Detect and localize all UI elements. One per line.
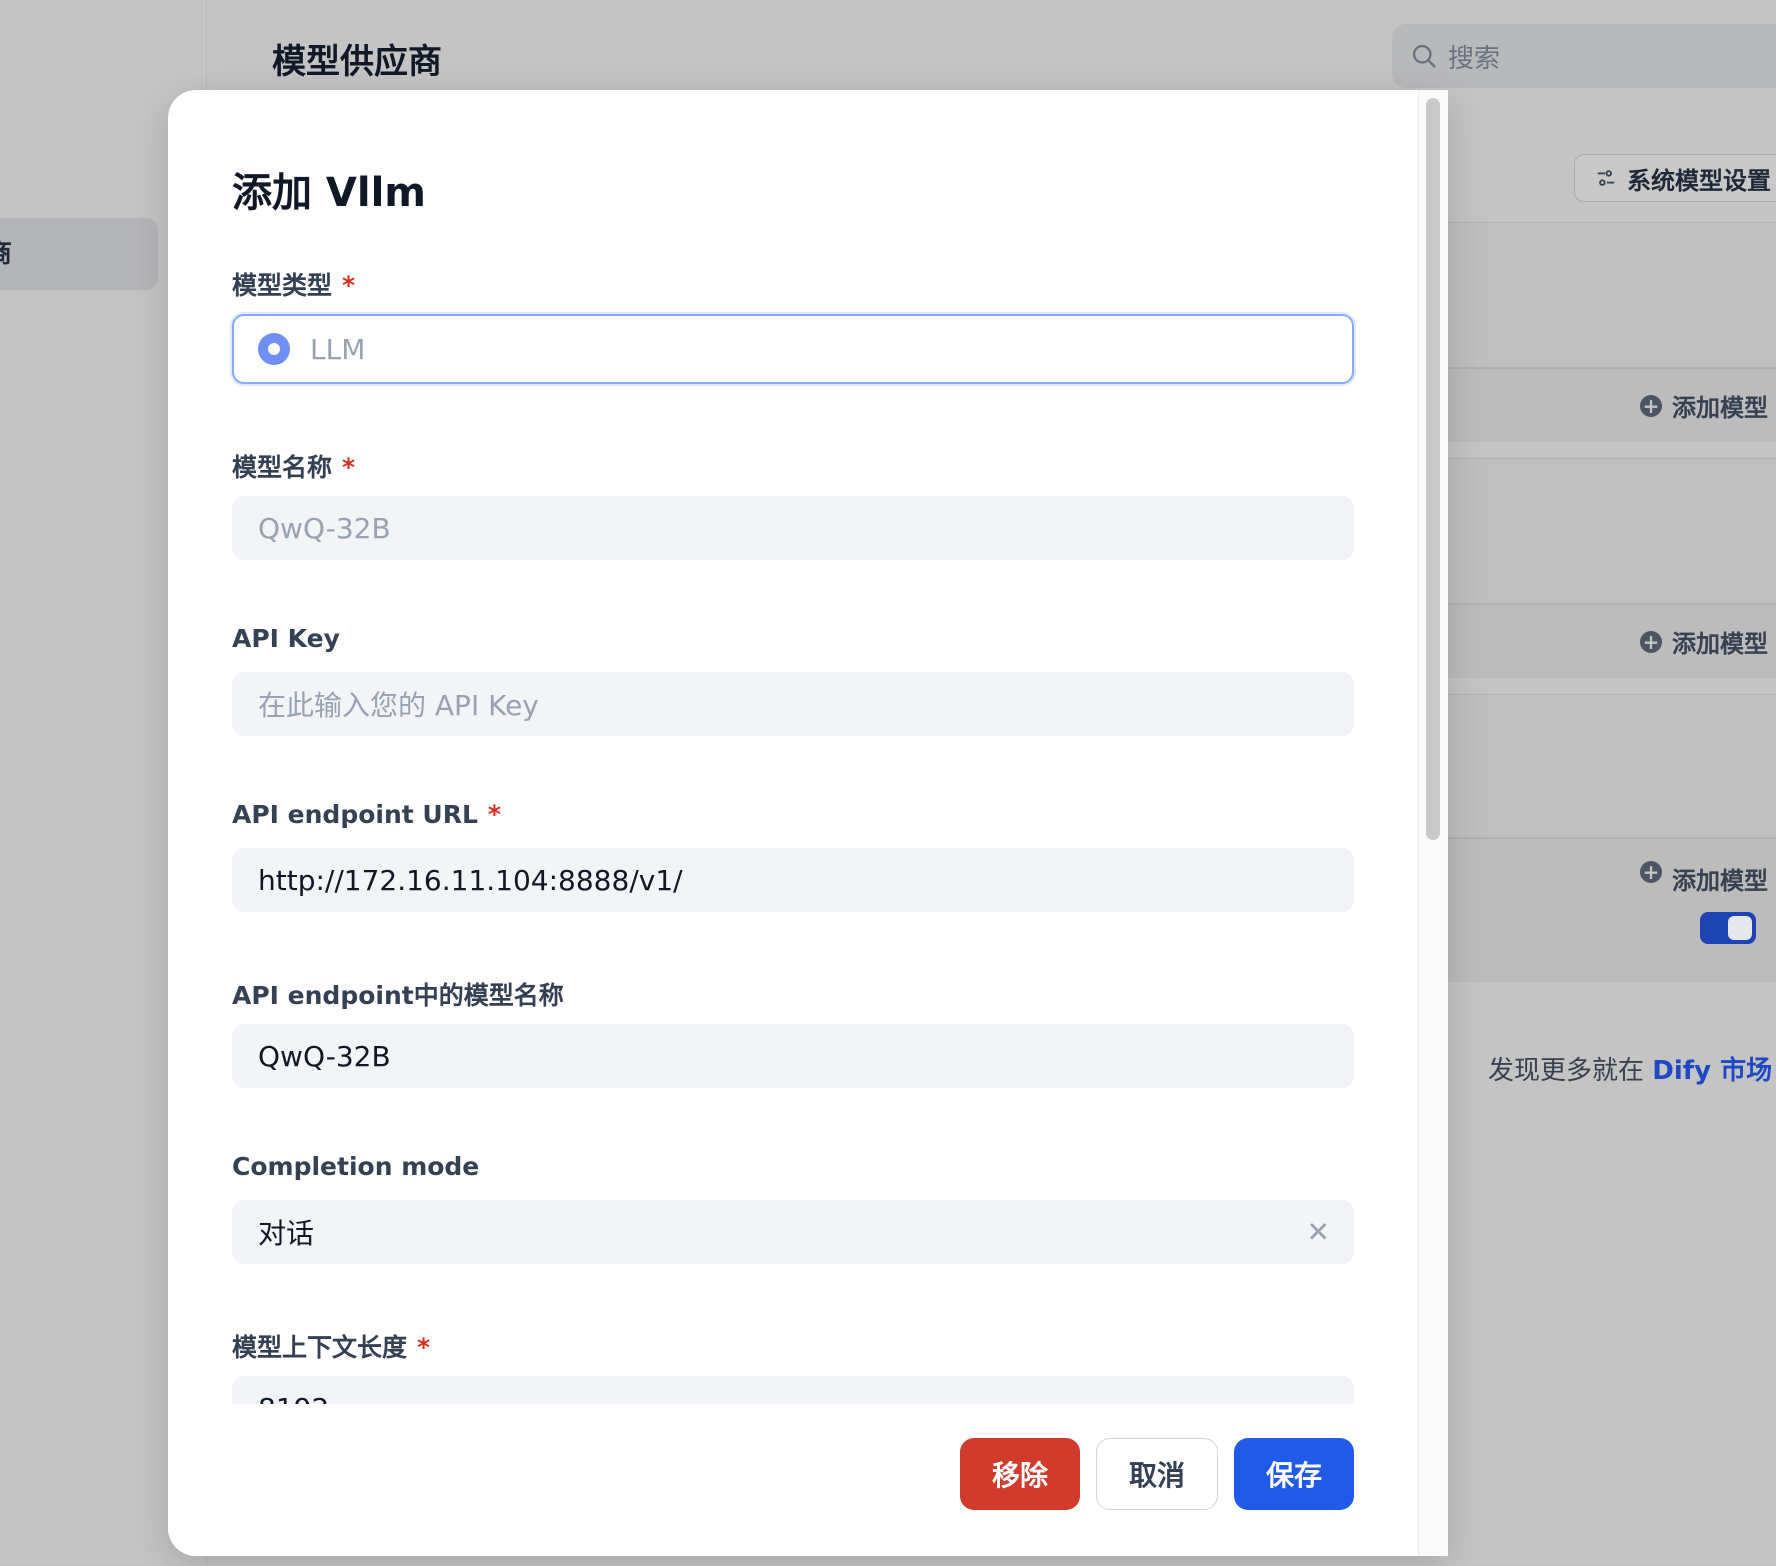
endpoint-url-label-text: API endpoint URL bbox=[232, 800, 478, 829]
system-model-settings-button[interactable]: 系统模型设置 bbox=[1574, 154, 1776, 202]
completion-mode-value: 对话 bbox=[258, 1217, 315, 1250]
marketplace-hint: 发现更多就在 Dify 市场 ↗ bbox=[1488, 1050, 1776, 1087]
modal-title: 添加 Vllm bbox=[232, 170, 426, 216]
cancel-button[interactable]: 取消 bbox=[1096, 1438, 1218, 1510]
system-settings-label: 系统模型设置 bbox=[1627, 166, 1771, 195]
add-provider-modal: 添加 Vllm 模型类型 * LLM 模型名称 * QwQ-32B API Key … bbox=[168, 90, 1448, 1556]
required-mark: * bbox=[417, 1333, 431, 1362]
model-type-radio-llm[interactable]: LLM bbox=[232, 314, 1354, 384]
settings-sliders-icon bbox=[1597, 170, 1615, 186]
context-length-label-text: 模型上下文长度 bbox=[232, 1333, 408, 1362]
completion-mode-label-text: Completion mode bbox=[232, 1152, 480, 1181]
endpoint-model-name-label-text: API endpoint中的模型名称 bbox=[232, 981, 564, 1010]
api-key-label: API Key bbox=[232, 624, 340, 653]
api-key-label-text: API Key bbox=[232, 624, 340, 653]
add-model-button[interactable]: 添加模型 bbox=[1672, 388, 1768, 423]
search-placeholder: 搜索 bbox=[1448, 43, 1501, 74]
api-key-placeholder: 在此输入您的 API Key bbox=[258, 689, 539, 722]
required-mark: * bbox=[487, 800, 501, 829]
provider-card-footer: + 添加模型 bbox=[1448, 368, 1776, 442]
add-model-button[interactable]: 添加模型 bbox=[1672, 624, 1768, 659]
model-type-label-text: 模型类型 bbox=[232, 271, 333, 300]
provider-card-footer: + 添加模型 bbox=[1448, 604, 1776, 678]
remove-button[interactable]: 移除 bbox=[960, 1438, 1080, 1510]
endpoint-url-input[interactable]: http://172.16.11.104:8888/v1/ bbox=[232, 848, 1354, 912]
save-button[interactable]: 保存 bbox=[1234, 1438, 1354, 1510]
marketplace-link[interactable]: Dify 市场 bbox=[1652, 1056, 1772, 1086]
plus-icon: + bbox=[1640, 630, 1662, 653]
completion-mode-select[interactable]: 对话 ✕ bbox=[232, 1200, 1354, 1264]
model-type-value: LLM bbox=[310, 332, 366, 366]
provider-card-footer: + 添加模型 bbox=[1448, 838, 1776, 982]
model-type-label: 模型类型 * bbox=[232, 266, 355, 302]
required-mark: * bbox=[342, 453, 356, 482]
provider-card bbox=[1448, 222, 1776, 368]
search-input[interactable]: 搜索 bbox=[1392, 24, 1776, 88]
endpoint-model-name-input[interactable]: QwQ-32B bbox=[232, 1024, 1354, 1088]
endpoint-model-name-label: API endpoint中的模型名称 bbox=[232, 976, 564, 1012]
sidebar-item-label: 商 bbox=[0, 218, 12, 290]
model-name-input[interactable]: QwQ-32B bbox=[232, 496, 1354, 560]
context-length-label: 模型上下文长度 * bbox=[232, 1328, 430, 1364]
endpoint-url-value: http://172.16.11.104:8888/v1/ bbox=[258, 863, 683, 897]
model-name-placeholder: QwQ-32B bbox=[258, 511, 391, 545]
marketplace-text: 发现更多就在 bbox=[1488, 1056, 1645, 1086]
provider-card bbox=[1448, 694, 1776, 838]
completion-mode-label: Completion mode bbox=[232, 1152, 479, 1181]
modal-footer bbox=[168, 1404, 1418, 1556]
clear-icon[interactable]: ✕ bbox=[1307, 1216, 1330, 1249]
plus-icon: + bbox=[1640, 394, 1662, 417]
page-title: 模型供应商 bbox=[272, 42, 442, 82]
add-model-button[interactable]: 添加模型 bbox=[1672, 861, 1768, 896]
required-mark: * bbox=[342, 271, 356, 300]
endpoint-model-name-value: QwQ-32B bbox=[258, 1039, 391, 1073]
provider-card bbox=[1448, 458, 1776, 604]
sidebar-item-model-provider[interactable]: 商 bbox=[0, 218, 158, 290]
plus-icon: + bbox=[1640, 861, 1662, 883]
provider-toggle[interactable] bbox=[1700, 912, 1756, 944]
model-name-label: 模型名称 * bbox=[232, 448, 355, 484]
endpoint-url-label: API endpoint URL * bbox=[232, 800, 501, 829]
search-icon bbox=[1412, 44, 1436, 68]
model-name-label-text: 模型名称 bbox=[232, 453, 333, 482]
api-key-input[interactable]: 在此输入您的 API Key bbox=[232, 672, 1354, 736]
radio-selected-icon bbox=[258, 333, 290, 365]
scrollbar-thumb[interactable] bbox=[1426, 98, 1440, 840]
